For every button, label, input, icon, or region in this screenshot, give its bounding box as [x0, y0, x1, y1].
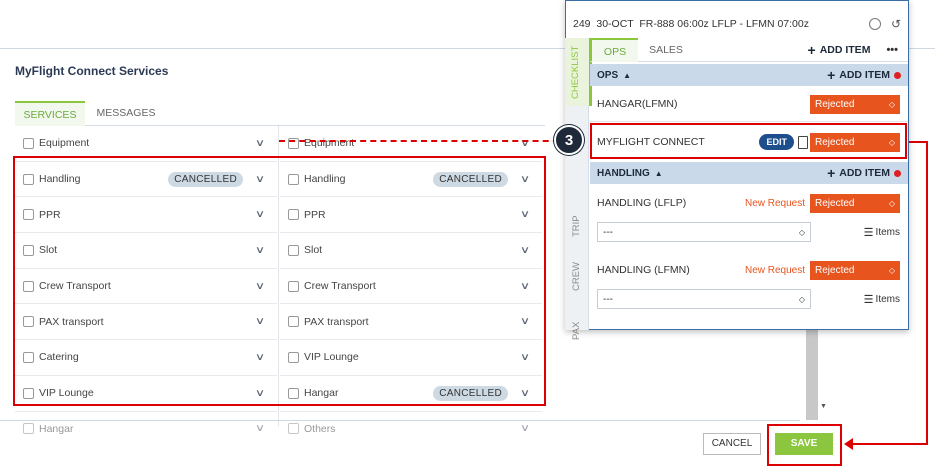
- dialog-footer-border: [0, 420, 800, 421]
- handling-add-item-label: ADD ITEM: [839, 167, 890, 179]
- handling-lflp-items-button[interactable]: ☰ Items: [864, 226, 900, 239]
- side-tab-pax[interactable]: PAX: [565, 306, 589, 356]
- chevron-down-icon[interactable]: ∨: [515, 423, 535, 434]
- handling-lfmn-items-label: Items: [875, 293, 900, 305]
- handling-lflp-select[interactable]: --- ◇: [597, 222, 811, 242]
- handling-lflp-detail-row: --- ◇ ☰ Items: [590, 221, 908, 243]
- alert-dot-icon: [894, 169, 901, 177]
- service-label: Others: [304, 422, 336, 435]
- more-options-icon[interactable]: •••: [886, 44, 898, 56]
- plus-icon: +: [807, 41, 816, 58]
- highlight-save-box: [767, 424, 842, 466]
- ops-add-item-button[interactable]: + ADD ITEM: [827, 67, 908, 83]
- service-checkbox[interactable]: [23, 423, 34, 435]
- highlight-services-box: [13, 156, 546, 406]
- handling-lfmn-items-button[interactable]: ☰ Items: [864, 293, 900, 306]
- updown-icon: ◇: [798, 227, 805, 237]
- service-checkbox[interactable]: [288, 423, 299, 435]
- handling-lfmn-label: HANDLING (LFMN): [597, 264, 690, 276]
- service-label: Hangar: [39, 422, 74, 435]
- handling-lflp-items-label: Items: [875, 226, 900, 238]
- handling-lflp-row: HANDLING (LFLP) New Request Rejected ◇: [590, 192, 908, 214]
- ops-section-header[interactable]: OPS ▲ + ADD ITEM: [590, 64, 908, 86]
- panel-tab-bar: OPS SALES + ADD ITEM •••: [590, 37, 908, 62]
- highlight-myflight-row: [590, 123, 907, 159]
- handling-add-item-button[interactable]: + ADD ITEM: [827, 165, 908, 181]
- handling-lflp-select-value: ---: [603, 226, 613, 238]
- handling-lflp-request: New Request: [744, 197, 805, 209]
- hangar-lfmn-label: HANGAR(LFMN): [597, 98, 678, 110]
- highlight-connector-bottom: [852, 443, 928, 445]
- tab-services[interactable]: SERVICES: [15, 101, 85, 126]
- updown-icon: ◇: [888, 99, 895, 109]
- tab-messages[interactable]: MESSAGES: [92, 101, 160, 126]
- handling-lfmn-status-value: Rejected: [815, 264, 855, 276]
- plus-icon: +: [827, 165, 836, 181]
- list-icon: ☰: [863, 293, 874, 306]
- highlight-dashed-connector: [279, 140, 569, 142]
- updown-icon: ◇: [888, 198, 895, 208]
- handling-lfmn-select[interactable]: --- ◇: [597, 289, 811, 309]
- updown-icon: ◇: [798, 294, 805, 304]
- handling-lfmn-row: HANDLING (LFMN) New Request Rejected ◇: [590, 259, 908, 281]
- target-icon[interactable]: [868, 18, 881, 30]
- side-tab-f[interactable]: F: [565, 106, 589, 206]
- handling-lfmn-select-value: ---: [603, 293, 613, 305]
- handling-lflp-status-value: Rejected: [815, 197, 855, 209]
- service-row[interactable]: Others ∨: [280, 412, 542, 447]
- updown-icon: ◇: [888, 265, 895, 275]
- collapse-up-icon: ▲: [623, 70, 632, 80]
- hangar-lfmn-row: HANGAR(LFMN) Rejected ◇: [590, 92, 908, 116]
- service-row[interactable]: Hangar ∨: [15, 412, 277, 447]
- cancel-button[interactable]: CANCEL: [703, 433, 761, 455]
- panel-header: 249 30-OCT FR-888 06:00z LFLP - LFMN 07:…: [565, 12, 909, 36]
- chevron-down-icon[interactable]: ∨: [250, 423, 270, 434]
- side-tab-crew[interactable]: CREW: [565, 246, 589, 306]
- panel-side-tabs: CHECKLIST F TRIP CREW PAX: [565, 38, 592, 340]
- chevron-down-icon[interactable]: ∨: [250, 138, 270, 149]
- handling-section-header[interactable]: HANDLING ▲ + ADD ITEM: [590, 162, 908, 184]
- service-label: Equipment: [39, 137, 90, 150]
- handling-lfmn-request: New Request: [744, 264, 805, 276]
- handling-lfmn-status-select[interactable]: Rejected ◇: [810, 260, 900, 280]
- side-tab-checklist[interactable]: CHECKLIST: [565, 38, 592, 106]
- side-tab-trip[interactable]: TRIP: [565, 206, 589, 246]
- ops-section-title: OPS: [597, 69, 619, 81]
- arrowhead-icon: [844, 438, 853, 450]
- tab-sales[interactable]: SALES: [638, 44, 694, 56]
- alert-dot-icon: [894, 71, 901, 79]
- list-icon: ☰: [863, 226, 874, 239]
- dialog-title: MyFlight Connect Services: [15, 64, 169, 78]
- hangar-status-select[interactable]: Rejected ◇: [810, 94, 900, 114]
- service-checkbox[interactable]: [23, 137, 34, 149]
- handling-section-title: HANDLING: [597, 167, 650, 179]
- step-callout-badge: 3: [554, 125, 584, 155]
- handling-lflp-status-select[interactable]: Rejected ◇: [810, 193, 900, 213]
- plus-icon: +: [827, 67, 836, 83]
- add-item-label: ADD ITEM: [819, 43, 871, 56]
- row-divider: [590, 121, 908, 122]
- hangar-status-value: Rejected: [815, 98, 855, 110]
- scrollbar-thumb[interactable]: [806, 330, 818, 420]
- highlight-connector-vertical: [926, 141, 928, 444]
- add-item-tab-button[interactable]: + ADD ITEM: [808, 42, 871, 58]
- tab-ops[interactable]: OPS: [592, 37, 638, 62]
- highlight-connector-top: [907, 141, 928, 143]
- handling-lfmn-detail-row: --- ◇ ☰ Items: [590, 288, 908, 310]
- scroll-down-arrow-icon[interactable]: ▼: [820, 403, 827, 410]
- flight-summary: 249 30-OCT FR-888 06:00z LFLP - LFMN 07:…: [573, 18, 809, 30]
- history-icon[interactable]: ↺: [891, 17, 901, 31]
- ops-add-item-label: ADD ITEM: [839, 69, 890, 81]
- handling-lflp-label: HANDLING (LFLP): [597, 197, 687, 209]
- collapse-up-icon: ▲: [654, 168, 663, 178]
